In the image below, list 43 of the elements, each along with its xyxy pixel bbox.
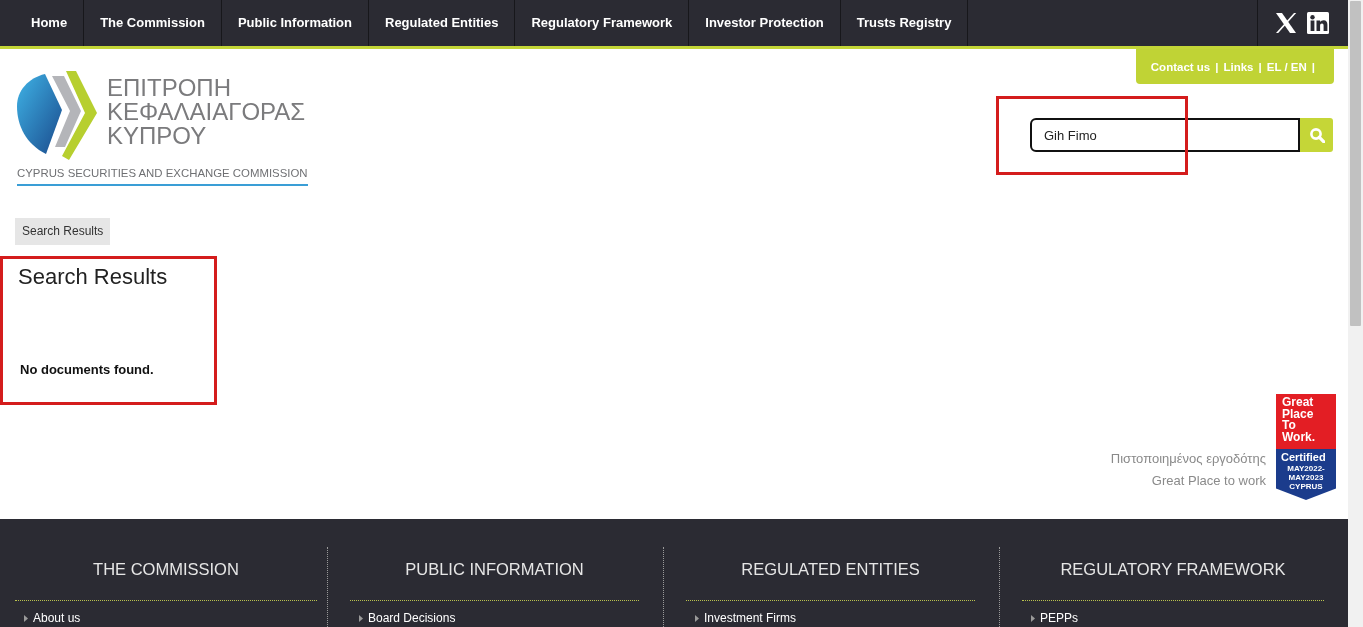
footer-link[interactable]: About us — [24, 611, 81, 625]
x-logo-icon[interactable] — [1275, 12, 1297, 34]
results-heading: Search Results — [18, 263, 168, 292]
footer-link[interactable]: Investment Firms — [695, 611, 796, 625]
logo-title-line: ΕΠΙΤΡΟΠΗ — [107, 76, 232, 100]
certification-text: Πιστοποιημένος εργοδότης — [1110, 450, 1266, 469]
certification-text: Great Place to work — [1150, 472, 1266, 491]
nav-link[interactable]: The Commission — [84, 0, 222, 46]
badge-dates: MAY2022-MAY2023 — [1286, 464, 1326, 483]
footer-link[interactable]: Board Decisions — [359, 611, 456, 625]
nav-link[interactable]: Home — [15, 0, 85, 46]
caret-icon — [24, 614, 28, 622]
link-separator: | — [1311, 60, 1315, 75]
scrollbar-track[interactable] — [1348, 0, 1363, 627]
link-separator: | — [1258, 60, 1262, 75]
footer-link[interactable]: PEPPs — [1031, 611, 1078, 625]
badge-country: CYPRUS — [1288, 482, 1324, 492]
link-separator: | — [1215, 60, 1219, 75]
search-field[interactable]: Gih Fimo — [1030, 118, 1300, 152]
caret-icon — [359, 614, 363, 622]
footer-heading: REGULATED ENTITIES — [686, 547, 975, 601]
scrollbar-thumb[interactable] — [1350, 1, 1361, 326]
chevrons-logo-icon — [15, 70, 97, 160]
nav-link[interactable]: Regulatory Framework — [515, 0, 690, 46]
logo-title-line: ΚΕΦΑΛΑΙΑΓΟΡΑΣ — [107, 100, 306, 124]
footer-heading: REGULATORY FRAMEWORK — [1022, 547, 1324, 601]
search-button[interactable] — [1300, 118, 1333, 152]
nav-link[interactable]: Public Information — [221, 0, 369, 46]
caret-icon — [1031, 614, 1035, 622]
search-icon — [1308, 127, 1325, 143]
badge-label: Certified — [1281, 451, 1327, 465]
logo-title-line: ΚΥΠΡΟΥ — [107, 124, 208, 148]
nav-link[interactable]: Investor Protection — [689, 0, 841, 46]
in-logo-icon[interactable] — [1307, 12, 1329, 34]
footer-heading: THE COMMISSION — [15, 547, 317, 601]
results-message: No documents found. — [20, 362, 154, 378]
nav-link[interactable]: Trusts Registry — [840, 0, 969, 46]
logo-subtitle: CYPRUS SECURITIES AND EXCHANGE COMMISSION — [17, 165, 308, 187]
caret-icon — [695, 614, 699, 622]
footer-heading: PUBLIC INFORMATION — [350, 547, 639, 601]
badge-title: Great Place To Work. — [1282, 397, 1317, 446]
nav-link[interactable]: Regulated Entities — [369, 0, 516, 46]
breadcrumb-item[interactable]: Search Results — [15, 218, 111, 246]
